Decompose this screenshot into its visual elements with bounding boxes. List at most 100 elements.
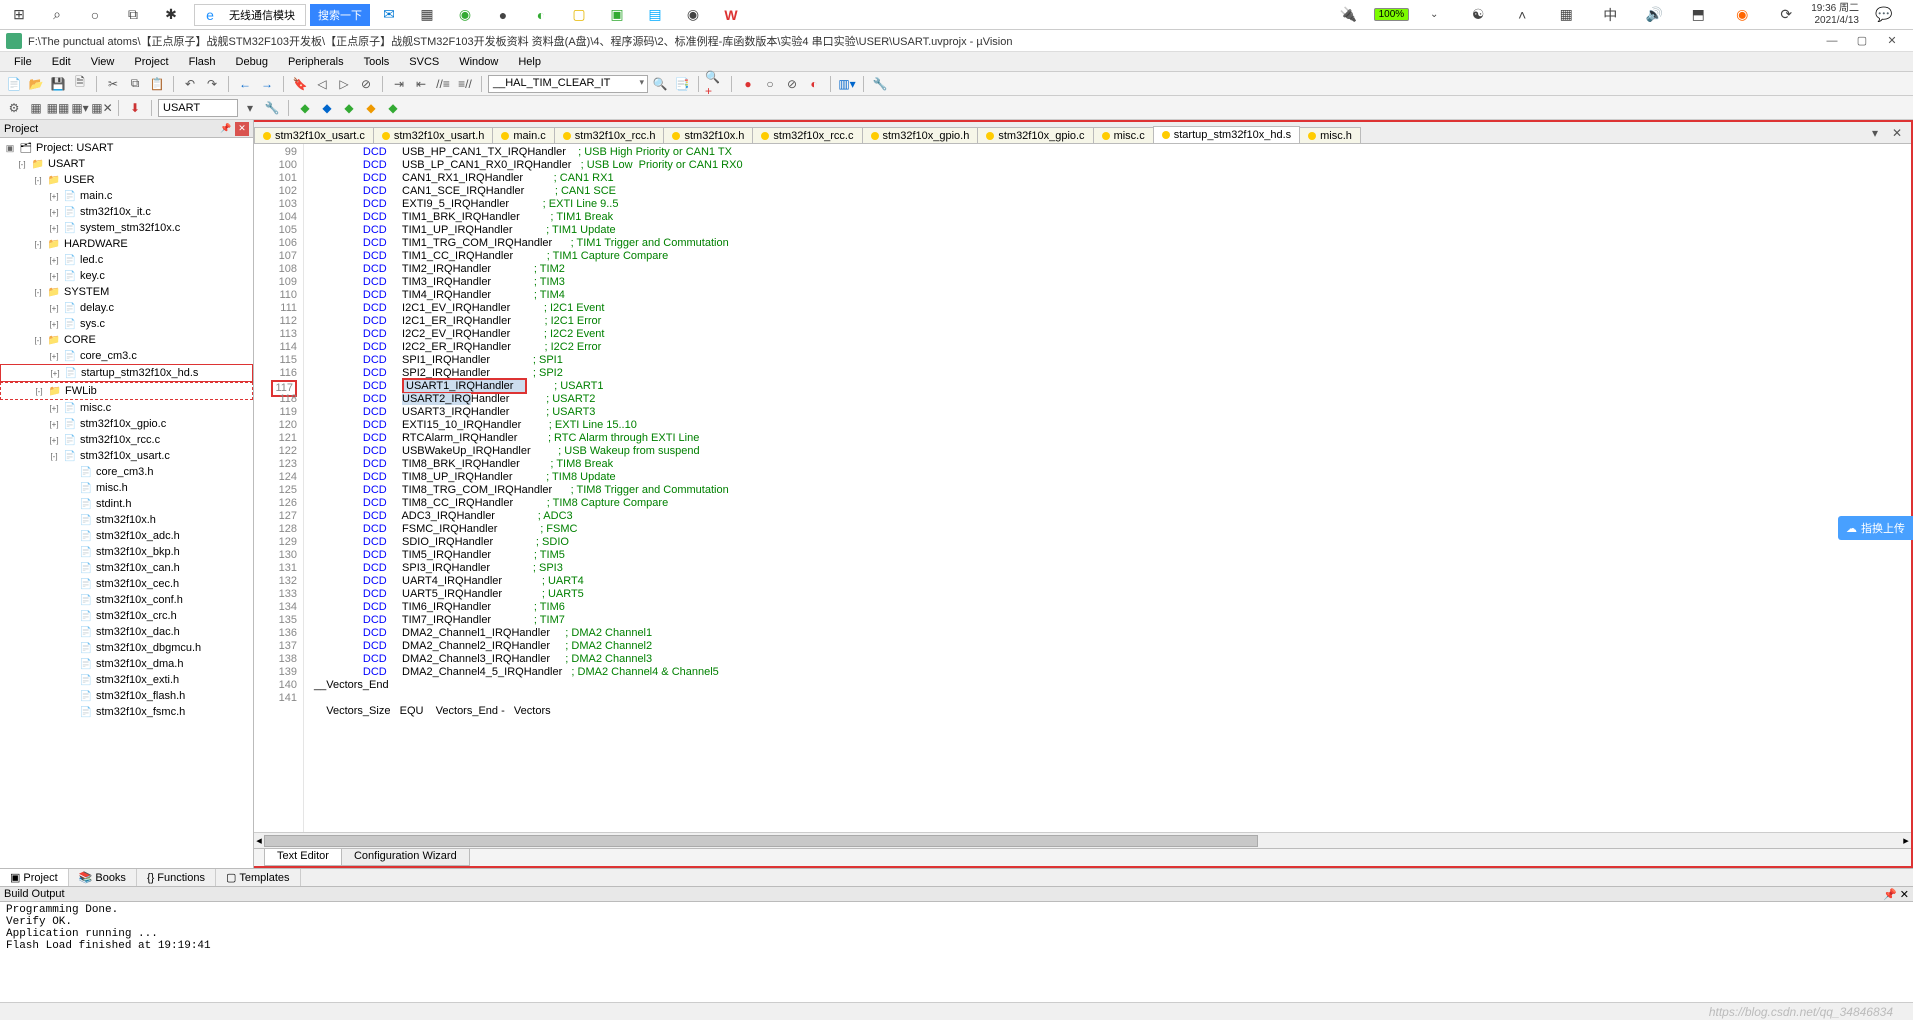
tree-item[interactable]: 📄stm32f10x_fsmc.h: [0, 704, 253, 720]
minimize-button[interactable]: —: [1817, 31, 1847, 51]
tree-item[interactable]: [+]📄stm32f10x_rcc.c: [0, 432, 253, 448]
cut-button[interactable]: ✂: [103, 74, 123, 94]
tree-item[interactable]: 📄stm32f10x_bkp.h: [0, 544, 253, 560]
define-dropdown[interactable]: __HAL_TIM_CLEAR_IT: [488, 75, 648, 93]
wps-icon[interactable]: W: [718, 2, 744, 28]
new-file-button[interactable]: 📄: [4, 74, 24, 94]
tray-icon-5[interactable]: ◉: [1729, 2, 1755, 28]
tree-item[interactable]: [-]📄stm32f10x_usart.c: [0, 448, 253, 464]
tree-item[interactable]: 📄stm32f10x.h: [0, 512, 253, 528]
tree-item[interactable]: 📄stm32f10x_adc.h: [0, 528, 253, 544]
window-layout-button[interactable]: ▥▾: [837, 74, 857, 94]
menu-peripherals[interactable]: Peripherals: [278, 54, 354, 70]
tab-close-button[interactable]: ✕: [1887, 123, 1907, 143]
manage-4-button[interactable]: ◆: [361, 98, 381, 118]
indent-button[interactable]: ⇥: [389, 74, 409, 94]
target-dropdown-button[interactable]: ▾: [240, 98, 260, 118]
bookmark-prev-button[interactable]: ◁: [312, 74, 332, 94]
breakpoint-disable-button[interactable]: ○: [760, 74, 780, 94]
tree-item[interactable]: [-]📁USER: [0, 172, 253, 188]
search-input[interactable]: [225, 9, 305, 21]
file-tab[interactable]: misc.h: [1299, 127, 1361, 144]
tree-item[interactable]: 📄stm32f10x_dma.h: [0, 656, 253, 672]
close-button[interactable]: ✕: [1877, 31, 1907, 51]
chrome-icon-2[interactable]: ◉: [680, 2, 706, 28]
copy-button[interactable]: ⧉: [125, 74, 145, 94]
file-tab[interactable]: startup_stm32f10x_hd.s: [1153, 126, 1300, 144]
chrome-icon-1[interactable]: ●: [490, 2, 516, 28]
stop-build-button[interactable]: ▦✕: [92, 98, 112, 118]
find-button[interactable]: 🔍: [650, 74, 670, 94]
tray-icon-2[interactable]: ▦: [1553, 2, 1579, 28]
file-tab[interactable]: stm32f10x_usart.h: [373, 127, 494, 144]
build-button[interactable]: ▦: [26, 98, 46, 118]
tray-icon-4[interactable]: ⬒: [1685, 2, 1711, 28]
tree-item[interactable]: 📄stm32f10x_dac.h: [0, 624, 253, 640]
outdent-button[interactable]: ⇤: [411, 74, 431, 94]
tree-item[interactable]: 📄stm32f10x_can.h: [0, 560, 253, 576]
menu-window[interactable]: Window: [449, 54, 508, 70]
bottom-tab-functions[interactable]: {}Functions: [137, 869, 216, 886]
tree-item[interactable]: 📄stm32f10x_cec.h: [0, 576, 253, 592]
tree-root[interactable]: ▣ 🗂 Project: USART: [0, 140, 253, 156]
translate-button[interactable]: ⚙: [4, 98, 24, 118]
tree-item[interactable]: [+]📄sys.c: [0, 316, 253, 332]
tree-item[interactable]: [+]📄stm32f10x_gpio.c: [0, 416, 253, 432]
cortana-icon[interactable]: ○: [82, 2, 108, 28]
code-view[interactable]: 9910010110210310410510610710810911011111…: [254, 144, 1911, 832]
search-button[interactable]: 搜索一下: [310, 4, 370, 26]
bottom-tab-templates[interactable]: ▢Templates: [216, 869, 301, 886]
manage-2-button[interactable]: ◆: [317, 98, 337, 118]
file-tab[interactable]: main.c: [492, 127, 554, 144]
tree-item[interactable]: 📄stm32f10x_crc.h: [0, 608, 253, 624]
editor-tab-text-editor[interactable]: Text Editor: [264, 849, 342, 866]
tree-item[interactable]: [+]📄stm32f10x_it.c: [0, 204, 253, 220]
redo-button[interactable]: ↷: [202, 74, 222, 94]
app-icon-5[interactable]: ▤: [642, 2, 668, 28]
uncomment-button[interactable]: ≡//: [455, 74, 475, 94]
tree-item[interactable]: [+]📄core_cm3.c: [0, 348, 253, 364]
tray-up-icon[interactable]: ˄: [1509, 2, 1535, 28]
file-tab[interactable]: stm32f10x_gpio.c: [977, 127, 1093, 144]
file-tab[interactable]: stm32f10x_rcc.h: [554, 127, 665, 144]
tree-item[interactable]: [+]📄system_stm32f10x.c: [0, 220, 253, 236]
tree-item[interactable]: [-]📁SYSTEM: [0, 284, 253, 300]
menu-debug[interactable]: Debug: [226, 54, 278, 70]
save-button[interactable]: 💾: [48, 74, 68, 94]
tree-item[interactable]: [+]📄misc.c: [0, 400, 253, 416]
menu-file[interactable]: File: [4, 54, 42, 70]
breakpoint-kill-button[interactable]: ⊘: [782, 74, 802, 94]
menu-svcs[interactable]: SVCS: [399, 54, 449, 70]
menu-edit[interactable]: Edit: [42, 54, 81, 70]
bottom-tab-project[interactable]: ▣Project: [0, 869, 69, 886]
taskview-icon[interactable]: ⧉: [120, 2, 146, 28]
app-icon-3[interactable]: ◐: [528, 2, 554, 28]
bottom-tab-books[interactable]: 📚Books: [69, 869, 137, 886]
maximize-button[interactable]: ▢: [1847, 31, 1877, 51]
file-tab[interactable]: stm32f10x.h: [663, 127, 753, 144]
configure-button[interactable]: 🔧: [870, 74, 890, 94]
tree-item[interactable]: [+]📄led.c: [0, 252, 253, 268]
file-tab[interactable]: stm32f10x_rcc.c: [752, 127, 862, 144]
tray-icon-3[interactable]: 中: [1597, 2, 1623, 28]
bookmark-clear-button[interactable]: ⊘: [356, 74, 376, 94]
save-all-button[interactable]: 🗎: [70, 74, 90, 94]
chevron-down-icon[interactable]: ⌄: [1421, 2, 1447, 28]
bookmark-next-button[interactable]: ▷: [334, 74, 354, 94]
paste-button[interactable]: 📋: [147, 74, 167, 94]
tree-item[interactable]: [+]📄main.c: [0, 188, 253, 204]
start-icon[interactable]: ⊞: [6, 2, 32, 28]
nav-back-button[interactable]: ←: [235, 74, 255, 94]
tree-item[interactable]: [-]📁FWLib: [0, 382, 253, 400]
float-upload-badge[interactable]: ☁ 指换上传: [1838, 516, 1913, 540]
tree-item[interactable]: [+]📄key.c: [0, 268, 253, 284]
download-button[interactable]: ⬇: [125, 98, 145, 118]
tree-item[interactable]: 📄stdint.h: [0, 496, 253, 512]
comment-button[interactable]: //≡: [433, 74, 453, 94]
project-tree[interactable]: ▣ 🗂 Project: USART [-]📁USART[-]📁USER[+]📄…: [0, 138, 253, 868]
tab-dropdown-button[interactable]: ▾: [1865, 123, 1885, 143]
debug-button[interactable]: 🔍+: [705, 74, 725, 94]
file-tab[interactable]: stm32f10x_usart.c: [254, 127, 374, 144]
tree-item[interactable]: [-]📁CORE: [0, 332, 253, 348]
editor-hscroll[interactable]: ◂ ▸: [254, 832, 1911, 848]
